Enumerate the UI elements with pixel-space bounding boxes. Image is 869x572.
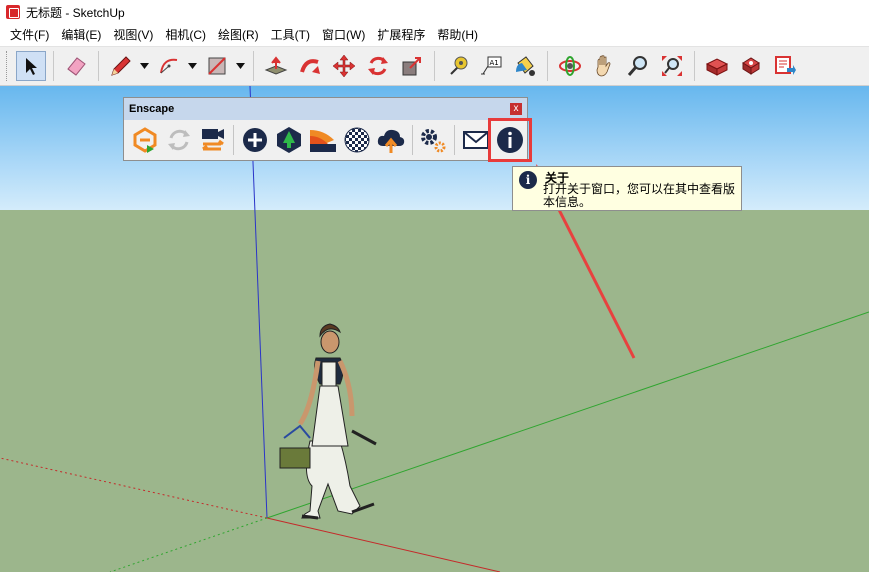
toolbar-separator [434, 51, 435, 81]
menu-camera[interactable]: 相机(C) [159, 24, 212, 46]
enscape-buttons [124, 118, 532, 162]
close-icon[interactable]: x [510, 103, 522, 115]
menu-help[interactable]: 帮助(H) [431, 24, 484, 46]
toolbar-separator [454, 125, 456, 155]
tooltip-text: 打开关于窗口，您可以在其中查看版本信息。 [543, 182, 736, 209]
feedback-icon[interactable] [459, 123, 493, 157]
rotate-icon[interactable] [363, 51, 393, 81]
menu-bar: 文件(F) 编辑(E) 视图(V) 相机(C) 绘图(R) 工具(T) 窗口(W… [0, 24, 869, 46]
eraser-icon[interactable] [61, 51, 91, 81]
menu-view[interactable]: 视图(V) [107, 24, 159, 46]
menu-file[interactable]: 文件(F) [4, 24, 55, 46]
toolbar-separator [694, 51, 695, 81]
panorama-icon[interactable] [340, 123, 374, 157]
orbit-icon[interactable] [555, 51, 585, 81]
svg-text:A1: A1 [490, 59, 499, 67]
capture-icon[interactable] [238, 123, 272, 157]
sketchup-app-icon [6, 5, 20, 19]
menu-draw[interactable]: 绘图(R) [212, 24, 265, 46]
text-icon[interactable]: A1 [476, 51, 506, 81]
select-icon[interactable] [16, 51, 46, 81]
extension-warehouse-icon[interactable] [736, 51, 766, 81]
about-tooltip: i 关于 打开关于窗口，您可以在其中查看版本信息。 [512, 166, 742, 211]
zoom-icon[interactable] [623, 51, 653, 81]
menu-extensions[interactable]: 扩展程序 [371, 24, 431, 46]
asset-library-icon[interactable] [272, 123, 306, 157]
pan-icon[interactable] [589, 51, 619, 81]
arc-icon[interactable] [154, 51, 184, 81]
toolbar-separator [233, 125, 235, 155]
chevron-down-icon[interactable] [138, 51, 150, 81]
menu-edit[interactable]: 编辑(E) [55, 24, 107, 46]
main-toolbar: A1 [0, 46, 869, 86]
pencil-icon[interactable] [106, 51, 136, 81]
rectangle-icon[interactable] [202, 51, 232, 81]
menu-window[interactable]: 窗口(W) [316, 24, 371, 46]
toolbar-separator [411, 125, 413, 155]
start-enscape-icon[interactable] [128, 123, 162, 157]
push-pull-icon[interactable] [261, 51, 291, 81]
toolbar-separator [53, 51, 54, 81]
title-bar: 无标题 - SketchUp [0, 0, 869, 24]
settings-icon[interactable] [417, 123, 451, 157]
scale-icon[interactable] [397, 51, 427, 81]
upload-icon[interactable] [374, 123, 408, 157]
move-icon[interactable] [329, 51, 359, 81]
chevron-down-icon[interactable] [186, 51, 198, 81]
enscape-toolbar: Enscape x [123, 97, 532, 162]
follow-me-icon[interactable] [295, 51, 325, 81]
info-icon: i [519, 171, 537, 189]
enscape-title-bar[interactable]: Enscape x [124, 98, 527, 120]
toolbar-separator [253, 51, 254, 81]
layout-icon[interactable] [770, 51, 800, 81]
about-icon[interactable] [488, 118, 532, 162]
zoom-extents-icon[interactable] [657, 51, 687, 81]
chevron-down-icon[interactable] [234, 51, 246, 81]
warehouse-icon[interactable] [702, 51, 732, 81]
window-title: 无标题 - SketchUp [26, 5, 125, 20]
paint-bucket-icon[interactable] [510, 51, 540, 81]
toolbar-separator [547, 51, 548, 81]
enscape-title: Enscape [129, 103, 175, 115]
toolbar-separator [98, 51, 99, 81]
live-update-icon[interactable] [162, 123, 196, 157]
toolbar-grip[interactable] [6, 51, 10, 81]
tape-measure-icon[interactable] [442, 51, 472, 81]
material-editor-icon[interactable] [306, 123, 340, 157]
menu-tools[interactable]: 工具(T) [265, 24, 316, 46]
video-editor-icon[interactable] [196, 123, 230, 157]
